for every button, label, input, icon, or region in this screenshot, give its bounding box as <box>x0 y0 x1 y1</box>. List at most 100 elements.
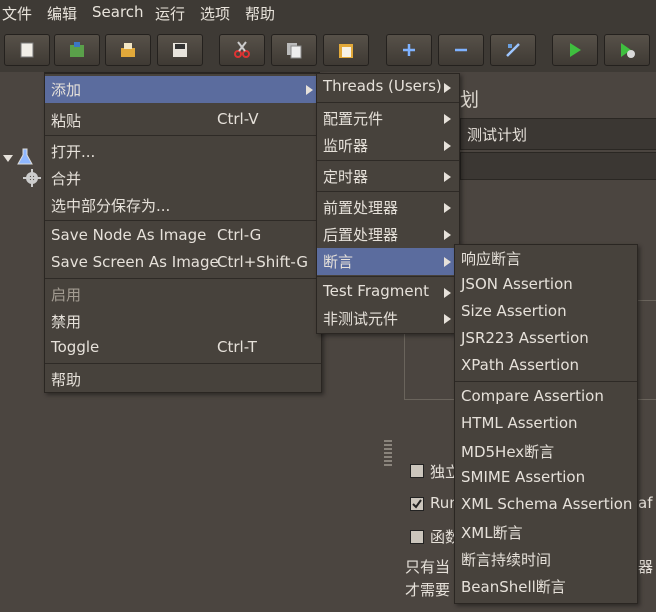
copy-button[interactable] <box>271 34 317 66</box>
menu-item-paste[interactable]: 粘贴 Ctrl-V <box>45 107 321 134</box>
menu-item-open[interactable]: 打开... <box>45 138 321 165</box>
menu-separator <box>317 102 459 103</box>
menu-item-label: 添加 <box>51 81 82 99</box>
new-button[interactable] <box>4 34 50 66</box>
menu-separator <box>455 381 637 382</box>
menu-item-listener[interactable]: 监听器 <box>317 132 459 159</box>
menu-item-smime-assertion[interactable]: SMIME Assertion <box>455 465 637 492</box>
tree-collapse-icon[interactable] <box>2 152 14 164</box>
new-icon <box>20 42 34 58</box>
comments-input[interactable] <box>460 152 656 180</box>
menu-item-enable: 启用 <box>45 281 321 308</box>
gear-icon[interactable] <box>22 168 42 188</box>
menu-item-html-assertion[interactable]: HTML Assertion <box>455 411 637 438</box>
menu-item-response-assertion[interactable]: 响应断言 <box>455 245 637 272</box>
menu-separator <box>317 276 459 277</box>
menu-item-save-node-image[interactable]: Save Node As Image Ctrl-G <box>45 223 321 250</box>
menu-item-label: 配置元件 <box>323 110 384 128</box>
menu-item-label: Compare Assertion <box>461 387 604 405</box>
menu-item-label: 启用 <box>51 286 82 304</box>
name-input[interactable]: 测试计划 <box>460 118 656 150</box>
run-suffix-label: af <box>638 494 653 512</box>
paste-button[interactable] <box>323 34 369 66</box>
submenu-arrow-icon <box>444 141 451 151</box>
menu-item-md5hex-assertion[interactable]: MD5Hex断言 <box>455 438 637 465</box>
copy-icon <box>287 43 302 59</box>
menu-options[interactable]: 选项 <box>200 3 230 24</box>
menu-item-label: 粘贴 <box>51 112 82 130</box>
menu-item-toggle[interactable]: Toggle Ctrl-T <box>45 335 321 362</box>
menu-item-test-fragment[interactable]: Test Fragment <box>317 279 459 306</box>
menu-item-save-screen-image[interactable]: Save Screen As Image Ctrl+Shift-G <box>45 250 321 277</box>
menu-item-non-test-elements[interactable]: 非测试元件 <box>317 305 459 332</box>
menu-separator <box>45 220 321 221</box>
menu-item-config-element[interactable]: 配置元件 <box>317 105 459 132</box>
start-no-pauses-button[interactable] <box>604 34 650 66</box>
menu-item-jsr223-assertion[interactable]: JSR223 Assertion <box>455 326 637 353</box>
submenu-arrow-icon <box>444 172 451 182</box>
submenu-arrow-icon <box>444 114 451 124</box>
menu-item-label: 断言持续时间 <box>461 551 552 569</box>
menu-item-timer[interactable]: 定时器 <box>317 163 459 190</box>
start-button[interactable] <box>552 34 598 66</box>
menu-item-label: 打开... <box>51 143 96 161</box>
template-icon <box>70 42 84 57</box>
splitter-handle[interactable] <box>384 440 392 468</box>
cut-button[interactable] <box>219 34 265 66</box>
panel-title: 划 <box>460 89 480 111</box>
menu-item-size-assertion[interactable]: Size Assertion <box>455 299 637 326</box>
paste-icon <box>339 44 353 58</box>
menu-separator <box>45 278 321 279</box>
menu-help[interactable]: 帮助 <box>245 3 275 24</box>
name-input-value: 测试计划 <box>467 126 528 144</box>
submenu-arrow-icon <box>444 83 451 93</box>
menu-item-label: 非测试元件 <box>323 310 399 328</box>
menu-shortcut: Ctrl-V <box>217 110 259 128</box>
menu-file[interactable]: 文件 <box>2 3 32 24</box>
expand-all-button[interactable] <box>386 34 432 66</box>
menu-item-label: JSON Assertion <box>461 275 573 293</box>
menu-item-disable[interactable]: 禁用 <box>45 308 321 335</box>
menu-item-label: 后置处理器 <box>323 226 399 244</box>
menu-item-threads[interactable]: Threads (Users) <box>317 74 459 101</box>
menu-item-json-assertion[interactable]: JSON Assertion <box>455 272 637 299</box>
menu-item-compare-assertion[interactable]: Compare Assertion <box>455 384 637 411</box>
menu-item-xpath-assertion[interactable]: XPath Assertion <box>455 353 637 380</box>
cut-icon <box>234 41 250 58</box>
context-menu: 添加 粘贴 Ctrl-V 打开... 合并 选中部分保存为... Save No… <box>44 73 322 393</box>
open-button[interactable] <box>105 34 151 66</box>
toggle-button[interactable] <box>490 34 536 66</box>
templates-button[interactable] <box>54 34 100 66</box>
menu-run[interactable]: 运行 <box>155 3 185 24</box>
menu-item-label: Threads (Users) <box>323 77 442 95</box>
menu-search[interactable]: Search <box>92 3 144 21</box>
expand-icon <box>403 44 415 56</box>
menu-item-save-selection[interactable]: 选中部分保存为... <box>45 192 321 219</box>
menu-item-merge[interactable]: 合并 <box>45 165 321 192</box>
save-button[interactable] <box>157 34 203 66</box>
test-plan-tree <box>0 72 44 612</box>
menu-separator <box>45 135 321 136</box>
menu-item-pre-processor[interactable]: 前置处理器 <box>317 194 459 221</box>
menu-item-help[interactable]: 帮助 <box>45 366 321 393</box>
functional-mode-checkbox[interactable] <box>410 530 424 544</box>
flask-icon[interactable] <box>16 148 34 166</box>
right-fragment-label: 器 <box>638 558 654 576</box>
menu-item-label: Size Assertion <box>461 302 567 320</box>
menu-item-add[interactable]: 添加 <box>45 76 321 103</box>
toggle-icon <box>506 43 520 57</box>
menu-item-label: XML断言 <box>461 524 523 542</box>
menu-item-beanshell-assertion[interactable]: BeanShell断言 <box>455 573 637 600</box>
collapse-all-button[interactable] <box>438 34 484 66</box>
menu-separator <box>317 160 459 161</box>
independent-checkbox[interactable] <box>410 464 424 478</box>
menu-item-assertions[interactable]: 断言 <box>317 248 459 275</box>
menu-item-duration-assertion[interactable]: 断言持续时间 <box>455 546 637 573</box>
menu-item-label: 帮助 <box>51 371 82 389</box>
menu-item-xml-schema-assertion[interactable]: XML Schema Assertion <box>455 492 637 519</box>
menu-edit[interactable]: 编辑 <box>47 3 77 24</box>
menu-item-label: 响应断言 <box>461 250 522 268</box>
menu-item-xml-assertion[interactable]: XML断言 <box>455 519 637 546</box>
menu-item-post-processor[interactable]: 后置处理器 <box>317 221 459 248</box>
run-teardown-checkbox[interactable] <box>410 497 424 511</box>
